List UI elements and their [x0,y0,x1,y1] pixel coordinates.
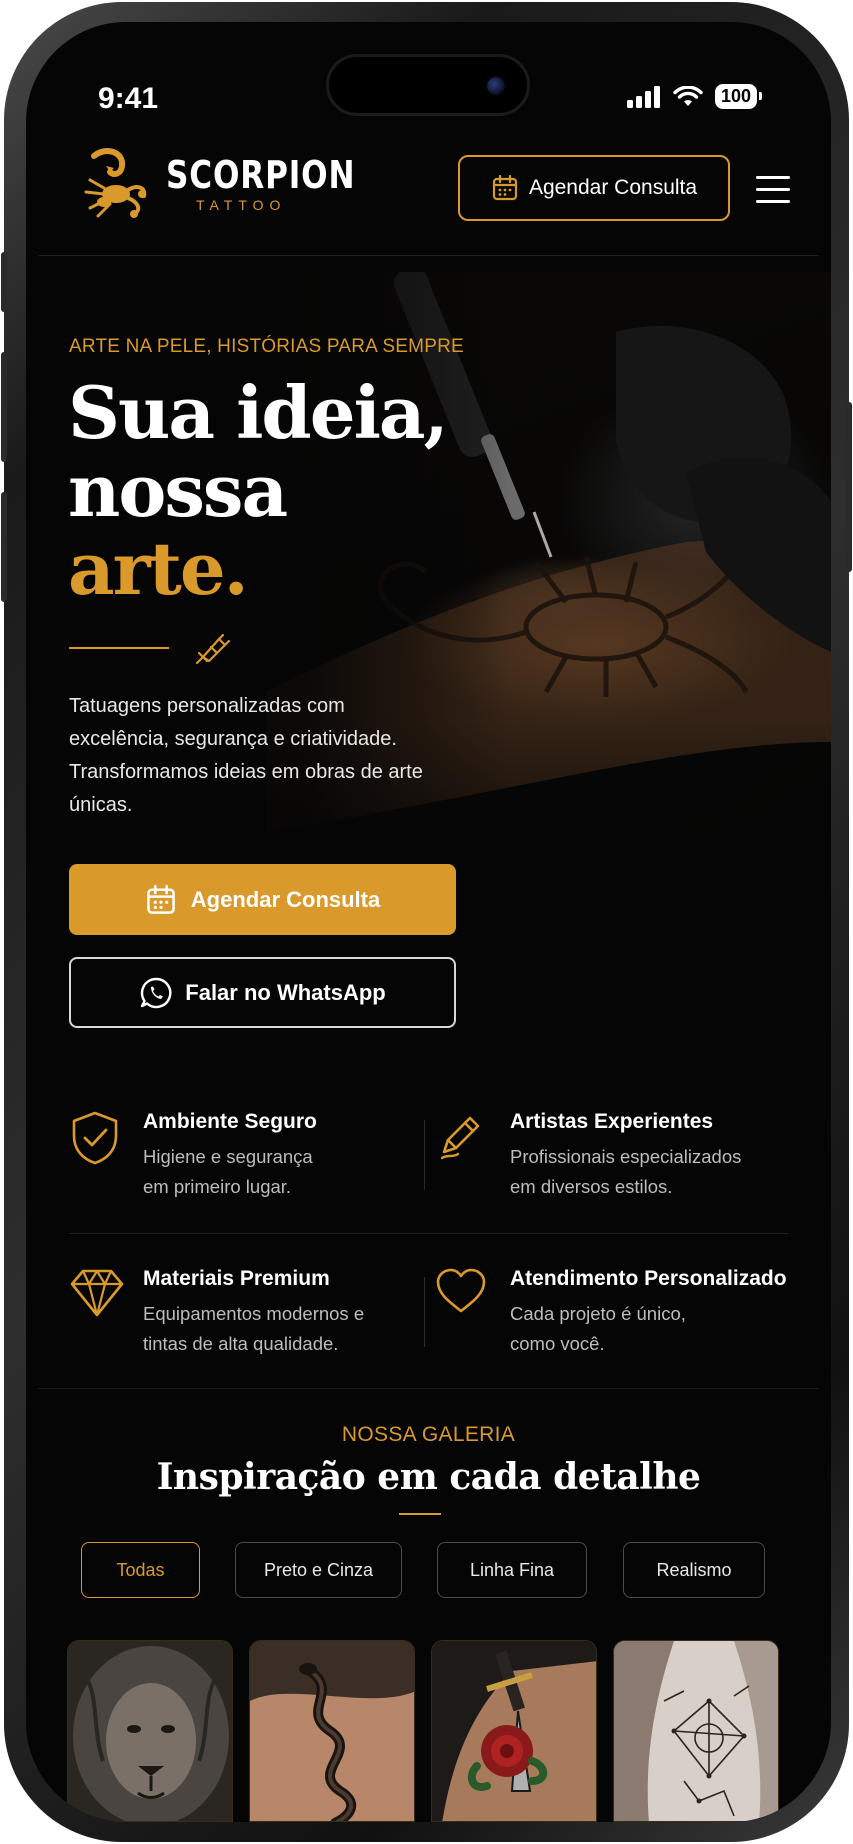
brand-logo[interactable]: SCORPION TATTOO [76,144,397,224]
header-schedule-label: Agendar Consulta [528,176,698,199]
filter-tab-black-grey[interactable]: Preto e Cinza [235,1542,402,1598]
feature-description: Equipamentos modernos e tintas de alta qu… [143,1303,365,1354]
gallery-title-underline [399,1513,441,1515]
power-button [846,402,852,572]
features-row-divider [69,1233,788,1234]
tattoo-pen-icon [195,633,231,665]
cellular-signal-icon [626,85,660,108]
hamburger-menu-icon[interactable] [756,176,790,204]
schedule-consultation-button[interactable]: Agendar Consulta [69,864,456,935]
feature-separator [424,1120,425,1190]
feature-premium-materials: Materiais Premium Equipamentos modernos … [69,1267,364,1359]
gallery-title: Inspiração em cada detalhe [156,1456,701,1498]
feature-personalized-service: Atendimento Personalizado Cada projeto é… [434,1267,787,1359]
brand-name: SCORPION [166,153,356,197]
gallery-thumbnail-lion[interactable] [67,1640,233,1822]
hero-divider-line [69,647,169,649]
heart-icon [436,1268,486,1313]
feature-description: Higiene e segurança em primeiro lugar. [143,1146,313,1197]
diamond-icon [70,1269,124,1317]
feature-separator [424,1277,425,1347]
feature-safe-environment: Ambiente Seguro Higiene e segurança em pr… [69,1110,317,1202]
snake-tattoo-image [250,1641,414,1821]
silent-switch [1,252,7,312]
phone-frame: 9:41 100 SCORPION TATTOO Agendar Consult… [1,2,852,1842]
schedule-consultation-label: Agendar Consulta [190,886,381,912]
filter-tab-all[interactable]: Todas [81,1542,200,1598]
pen-icon [440,1116,480,1160]
header-schedule-button[interactable]: Agendar Consulta [458,155,730,221]
filter-tab-realism[interactable]: Realismo [623,1542,765,1598]
hero-description: Tatuagens personalizadas com excelência,… [69,695,423,816]
whatsapp-icon [141,977,172,1008]
dynamic-island [326,54,530,116]
gallery-thumbnail-geometric[interactable] [613,1640,779,1822]
feature-title: Artistas Experientes [510,1110,714,1133]
volume-up-button [1,352,7,462]
scorpion-logo-icon [84,148,147,218]
status-icons: 100 [626,84,763,109]
hero-title-line-2: nossa [68,448,288,533]
dagger-rose-tattoo-image [432,1641,596,1821]
hero-title-line-3: arte. [68,526,249,611]
gallery-top-divider [38,1388,819,1389]
feature-experienced-artists: Artistas Experientes Profissionais espec… [434,1110,741,1202]
battery-indicator: 100 [714,84,763,109]
wifi-icon [673,85,703,106]
whatsapp-button[interactable]: Falar no WhatsApp [69,957,456,1028]
gallery-thumbnail-snake[interactable] [249,1640,415,1822]
feature-title: Materiais Premium [143,1267,330,1290]
feature-title: Ambiente Seguro [143,1110,317,1133]
lion-tattoo-image [68,1641,232,1821]
filter-tab-fine-line[interactable]: Linha Fina [437,1542,587,1598]
volume-down-button [1,492,7,602]
camera-icon [487,77,505,95]
calendar-icon [146,884,175,914]
calendar-icon [492,174,518,201]
screen: 9:41 100 SCORPION TATTOO Agendar Consult… [26,22,831,1822]
feature-title: Atendimento Personalizado [510,1267,787,1290]
whatsapp-label: Falar no WhatsApp [185,979,386,1005]
hero-title-line-1: Sua ideia, [68,370,449,455]
feature-description: Cada projeto é único, como você. [510,1303,686,1354]
gallery-eyebrow: NOSSA GALERIA [341,1423,516,1446]
header-divider [38,255,819,256]
feature-description: Profissionais especializados em diversos … [510,1146,742,1197]
geometric-tattoo-image [614,1641,778,1821]
shield-check-icon [72,1111,118,1165]
gallery-thumbnail-dagger-rose[interactable] [431,1640,597,1822]
brand-subtitle: TATTOO [196,197,287,213]
status-time: 9:41 [98,82,159,115]
hero-eyebrow: ARTE NA PELE, HISTÓRIAS PARA SEMPRE [69,336,464,357]
hero-title: Sua ideia, nossa arte. [68,370,449,611]
